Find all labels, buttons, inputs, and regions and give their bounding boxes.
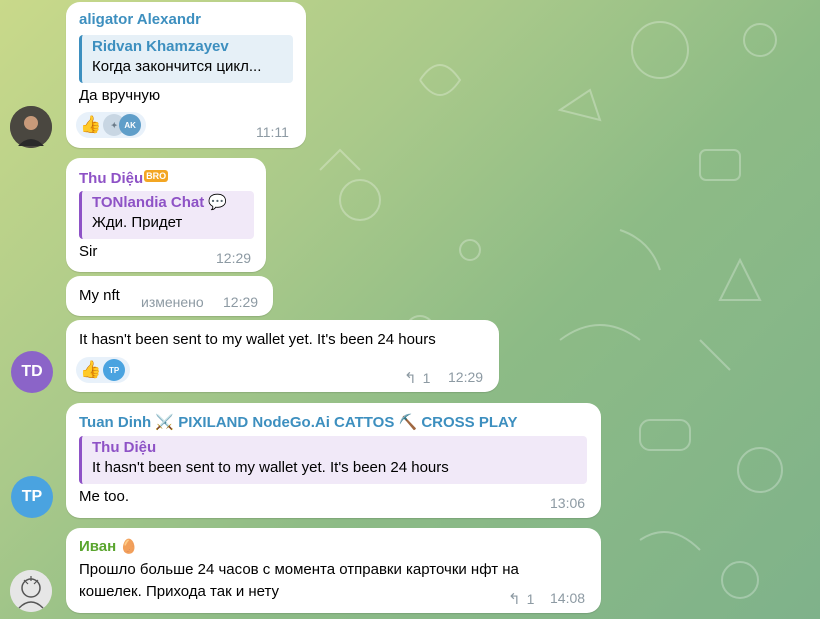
sketch-portrait-icon: [10, 570, 52, 612]
sender-name[interactable]: aligator Alexandr: [79, 11, 201, 28]
person-photo-icon: [10, 106, 52, 148]
reply-quote[interactable]: Ridvan Khamzayev Когда закончится цикл..…: [79, 35, 293, 83]
message-time: 13:06: [550, 495, 586, 511]
reaction-thumbs-up[interactable]: 👍 ✦ AK: [76, 112, 146, 138]
replies-number: 1: [526, 591, 535, 607]
avatar-aligator-alexandr[interactable]: [10, 106, 52, 148]
message-text-line-1: Прошло больше 24 часов с момента отправк…: [79, 561, 519, 578]
message-time: 12:29: [216, 250, 252, 266]
message-bubble-1[interactable]: aligator Alexandr Ridvan Khamzayev Когда…: [66, 2, 306, 148]
reply-arrow-icon: ↰: [508, 591, 521, 608]
reply-quote[interactable]: Thu Diệu It hasn't been sent to my walle…: [79, 436, 587, 484]
reply-text: Когда закончится цикл...: [92, 58, 262, 75]
emoji-status-icon: 🥚: [120, 538, 138, 554]
reply-author: TONlandia Chat 💬: [92, 194, 228, 211]
message-time: 14:08: [550, 590, 586, 606]
message-bubble-4[interactable]: It hasn't been sent to my wallet yet. It…: [66, 320, 499, 392]
bro-badge: BRO: [144, 170, 169, 182]
message-time: 12:29: [448, 369, 484, 385]
replies-count[interactable]: ↰ 1: [404, 369, 430, 387]
reply-text: It hasn't been sent to my wallet yet. It…: [92, 459, 449, 476]
reply-author: Thu Diệu: [92, 439, 157, 456]
message-text: Да вручную: [79, 87, 161, 104]
message-text: Sir: [79, 243, 98, 260]
edited-label: изменено: [141, 294, 204, 310]
reactor-avatar: TP: [103, 359, 126, 381]
thumbs-up-icon: 👍: [80, 115, 102, 134]
message-text: My nft: [79, 287, 120, 304]
message-time: 12:29: [223, 294, 259, 310]
reply-quote[interactable]: TONlandia Chat 💬 Жди. Придет: [79, 191, 254, 239]
avatar-td[interactable]: TD: [11, 351, 53, 393]
message-bubble-2[interactable]: Thu Diệu BRO TONlandia Chat 💬 Жди. Придет…: [66, 158, 266, 272]
reply-arrow-icon: ↰: [404, 370, 417, 387]
message-time: 11:11: [256, 124, 289, 140]
replies-number: 1: [422, 370, 431, 386]
message-bubble-3[interactable]: My nft изменено 12:29: [66, 276, 273, 316]
reaction-thumbs-up[interactable]: 👍 TP: [76, 357, 130, 383]
sender-name-text: Иван: [79, 538, 117, 555]
sender-name[interactable]: Tuan Dinh ⚔️ PIXILAND NodeGo.Ai CATTOS ⛏…: [79, 413, 518, 431]
thumbs-up-icon: 👍: [80, 360, 102, 379]
sender-name[interactable]: Thu Diệu BRO: [79, 170, 169, 187]
replies-count[interactable]: ↰ 1: [508, 590, 534, 608]
message-text: It hasn't been sent to my wallet yet. It…: [79, 331, 436, 348]
avatar-tp[interactable]: TP: [11, 476, 53, 518]
message-bubble-6[interactable]: Иван 🥚 Прошло больше 24 часов с момента …: [66, 528, 601, 613]
reply-text: Жди. Придет: [92, 214, 183, 231]
sender-name[interactable]: Иван 🥚: [79, 538, 138, 555]
message-text: Me too.: [79, 488, 130, 505]
avatar-ivan[interactable]: [10, 570, 52, 612]
sender-name-text: Thu Diệu: [79, 170, 144, 187]
message-bubble-5[interactable]: Tuan Dinh ⚔️ PIXILAND NodeGo.Ai CATTOS ⛏…: [66, 403, 601, 518]
message-text-line-2: кошелек. Прихода так и нету: [79, 583, 280, 600]
reply-author: Ridvan Khamzayev: [92, 38, 229, 55]
reactor-avatar: AK: [119, 114, 142, 136]
